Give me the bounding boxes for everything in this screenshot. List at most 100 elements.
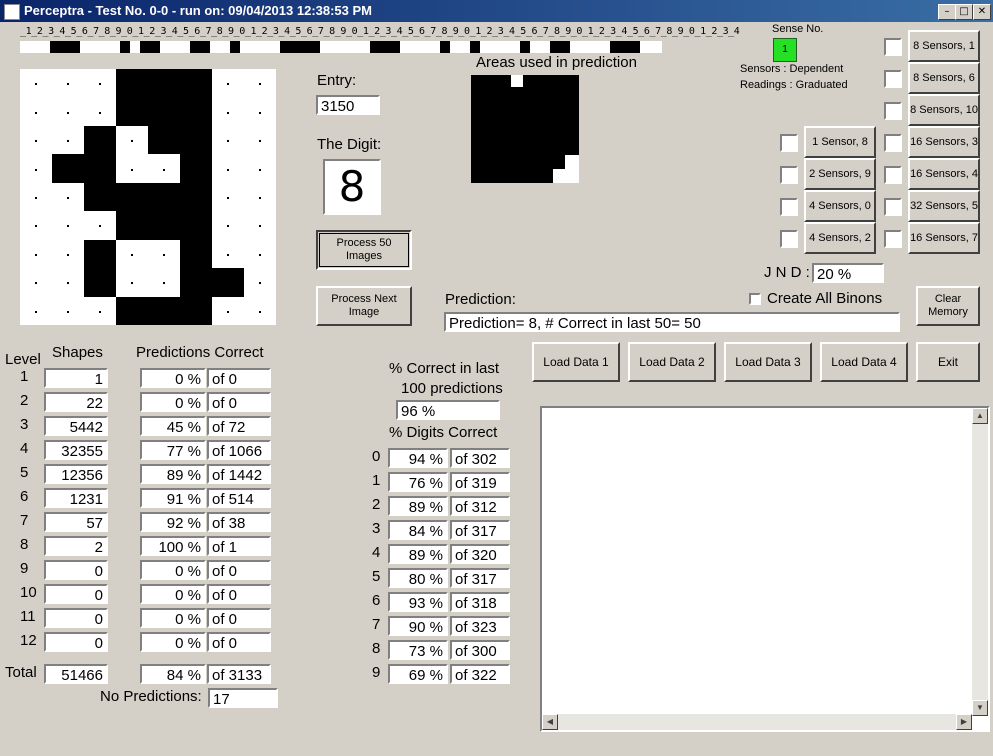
checkbox-32-sensors-5[interactable] xyxy=(884,198,902,216)
ruler-segment xyxy=(50,41,80,53)
checkbox-1-sensor-8[interactable] xyxy=(780,134,798,152)
level-number: 1 xyxy=(20,368,29,385)
load-data-3-button[interactable]: Load Data 3 xyxy=(724,342,812,382)
checkbox-4-sensors-0[interactable] xyxy=(780,198,798,216)
load-data-2-button[interactable]: Load Data 2 xyxy=(628,342,716,382)
load-data-1-button[interactable]: Load Data 1 xyxy=(532,342,620,382)
sensors-mode: Sensors : Dependent xyxy=(740,63,844,75)
minimize-icon[interactable]: – xyxy=(938,4,956,20)
scroll-right-icon[interactable]: ▶ xyxy=(956,714,972,730)
button-16-sensors-3[interactable]: 16 Sensors, 3 xyxy=(908,126,980,158)
last100-label-2: 100 predictions xyxy=(401,380,503,397)
load-data-4-button[interactable]: Load Data 4 xyxy=(820,342,908,382)
button-16-sensors-7[interactable]: 16 Sensors, 7 xyxy=(908,222,980,254)
shapes-field: 2 xyxy=(44,536,108,556)
grid-dot xyxy=(259,310,261,313)
grid-dot xyxy=(259,253,261,256)
button-32-sensors-5[interactable]: 32 Sensors, 5 xyxy=(908,190,980,222)
grid-dot xyxy=(227,140,229,143)
ruler-segment xyxy=(370,41,400,53)
pixel-cell xyxy=(180,268,212,297)
scroll-up-icon[interactable]: ▲ xyxy=(972,408,988,424)
predictions-of-field: of 0 xyxy=(207,584,271,604)
grid-dot xyxy=(259,225,261,228)
readings-mode: Readings : Graduated xyxy=(740,79,848,91)
close-icon[interactable]: ✕ xyxy=(973,4,991,20)
shapes-field: 0 xyxy=(44,632,108,652)
button-8-sensors-1[interactable]: 8 Sensors, 1 xyxy=(908,30,980,62)
button-4-sensors-2[interactable]: 4 Sensors, 2 xyxy=(804,222,876,254)
vertical-scrollbar[interactable]: ▲ ▼ xyxy=(972,408,988,716)
button-4-sensors-0[interactable]: 4 Sensors, 0 xyxy=(804,190,876,222)
prediction-label: Prediction: xyxy=(445,291,516,308)
digits-correct-label: % Digits Correct xyxy=(389,424,498,441)
level-number: 8 xyxy=(20,536,29,553)
exit-button[interactable]: Exit xyxy=(916,342,980,382)
grid-dot xyxy=(35,83,37,86)
checkbox-2-sensors-9[interactable] xyxy=(780,166,798,184)
jnd-label: J N D : xyxy=(764,264,810,281)
level-number: 3 xyxy=(20,416,29,433)
shapes-field: 1231 xyxy=(44,488,108,508)
digit-number: 8 xyxy=(372,640,381,657)
digit-pct-field: 73 % xyxy=(388,640,448,660)
grid-dot xyxy=(35,197,37,199)
grid-dot xyxy=(35,140,37,143)
checkbox-8-sensors-10[interactable] xyxy=(884,102,902,120)
grid-dot xyxy=(35,168,37,171)
pixel-cell xyxy=(148,182,180,212)
digit-of-field: of 302 xyxy=(450,448,510,468)
pixel-cell xyxy=(84,125,116,155)
total-pct-field: 84 % xyxy=(140,664,206,684)
level-number: 9 xyxy=(20,560,29,577)
predictions-pct-field: 45 % xyxy=(140,416,206,436)
total-label: Total xyxy=(5,664,37,681)
checkbox-16-sensors-4[interactable] xyxy=(884,166,902,184)
digit-pct-field: 94 % xyxy=(388,448,448,468)
prediction-field[interactable]: Prediction= 8, # Correct in last 50= 50 xyxy=(444,312,900,332)
clear-memory-button[interactable]: Clear Memory xyxy=(916,286,980,326)
button-8-sensors-10[interactable]: 8 Sensors, 10 xyxy=(908,94,980,126)
output-text-area[interactable]: ▲ ▼ ◀ ▶ xyxy=(540,406,990,732)
digit-number: 2 xyxy=(372,496,381,513)
predictions-of-field: of 0 xyxy=(207,632,271,652)
entry-field[interactable]: 3150 xyxy=(316,95,380,115)
maximize-icon[interactable]: □ xyxy=(955,4,973,20)
ruler-segment xyxy=(190,41,210,53)
digit-pct-field: 76 % xyxy=(388,472,448,492)
checkbox-8-sensors-6[interactable] xyxy=(884,70,902,88)
checkbox-16-sensors-3[interactable] xyxy=(884,134,902,152)
button-16-sensors-4[interactable]: 16 Sensors, 4 xyxy=(908,158,980,190)
button-1-sensor-8[interactable]: 1 Sensor, 8 xyxy=(804,126,876,158)
pixel-cell xyxy=(148,97,180,126)
digit-number: 3 xyxy=(372,520,381,537)
ruler-segment xyxy=(440,41,450,53)
shapes-field: 0 xyxy=(44,584,108,604)
checkbox-8-sensors-1[interactable] xyxy=(884,38,902,56)
title-bar[interactable]: Perceptra - Test No. 0-0 - run on: 09/04… xyxy=(0,0,993,22)
ruler-segment xyxy=(120,41,130,53)
scroll-down-icon[interactable]: ▼ xyxy=(972,700,988,716)
process-50-images-button[interactable]: Process 50 Images xyxy=(316,230,412,270)
grid-dot xyxy=(67,197,69,199)
checkbox-4-sensors-2[interactable] xyxy=(780,230,798,248)
create-binons-checkbox[interactable] xyxy=(749,293,761,305)
shapes-field: 22 xyxy=(44,392,108,412)
button-8-sensors-6[interactable]: 8 Sensors, 6 xyxy=(908,62,980,94)
ruler-segment xyxy=(520,41,530,53)
horizontal-scrollbar[interactable]: ◀ ▶ xyxy=(542,714,972,730)
checkbox-16-sensors-7[interactable] xyxy=(884,230,902,248)
grid-dot xyxy=(67,282,69,285)
jnd-field[interactable]: 20 % xyxy=(812,263,884,283)
button-2-sensors-9[interactable]: 2 Sensors, 9 xyxy=(804,158,876,190)
digit-pct-field: 90 % xyxy=(388,616,448,636)
grid-dot xyxy=(227,168,229,171)
process-next-image-button[interactable]: Process Next Image xyxy=(316,286,412,326)
sense-number-button[interactable]: 1 xyxy=(773,38,797,62)
shapes-field: 57 xyxy=(44,512,108,532)
grid-dot xyxy=(99,310,101,313)
scroll-left-icon[interactable]: ◀ xyxy=(542,714,558,730)
pixel-cell xyxy=(212,268,244,297)
digit-of-field: of 318 xyxy=(450,592,510,612)
ruler-segment xyxy=(470,41,480,53)
